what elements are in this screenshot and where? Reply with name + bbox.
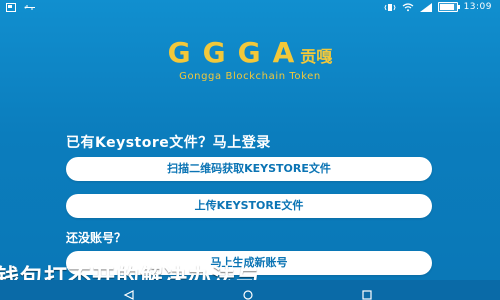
keystore-title: 已有Keystore文件？马上登录: [66, 135, 271, 151]
usb-icon: [24, 3, 36, 12]
vibrate-icon: [384, 3, 396, 12]
status-right: 13:09: [384, 2, 492, 12]
logo-cn: 贡嘎: [300, 47, 333, 66]
status-left: [6, 3, 36, 12]
recent-apps-icon[interactable]: [361, 285, 373, 300]
logo-subtitle: Gongga Blockchain Token: [179, 71, 321, 82]
clock: 13:09: [463, 2, 492, 12]
brand-logo: GGGA贡嘎 Gongga Blockchain Token: [0, 36, 500, 82]
no-account-title: 还没账号？: [66, 231, 127, 245]
home-icon[interactable]: [242, 285, 254, 300]
sim-icon: [6, 3, 18, 12]
logo-letters: GGGA: [167, 36, 307, 69]
wifi-icon: [402, 2, 414, 12]
scan-qr-button[interactable]: 扫描二维码获取KEYSTORE文件: [66, 157, 432, 181]
app-screen: 13:09 GGGA贡嘎 Gongga Blockchain Token 已有K…: [0, 0, 500, 300]
signal-icon: [419, 2, 432, 12]
navigation-bar: [0, 280, 500, 300]
back-icon[interactable]: [123, 285, 135, 300]
logo-wordmark: GGGA贡嘎: [168, 36, 333, 69]
status-bar: 13:09: [0, 0, 500, 16]
battery-icon: [437, 2, 460, 12]
battery-level: [439, 4, 454, 10]
upload-keystore-button[interactable]: 上传KEYSTORE文件: [66, 194, 432, 218]
